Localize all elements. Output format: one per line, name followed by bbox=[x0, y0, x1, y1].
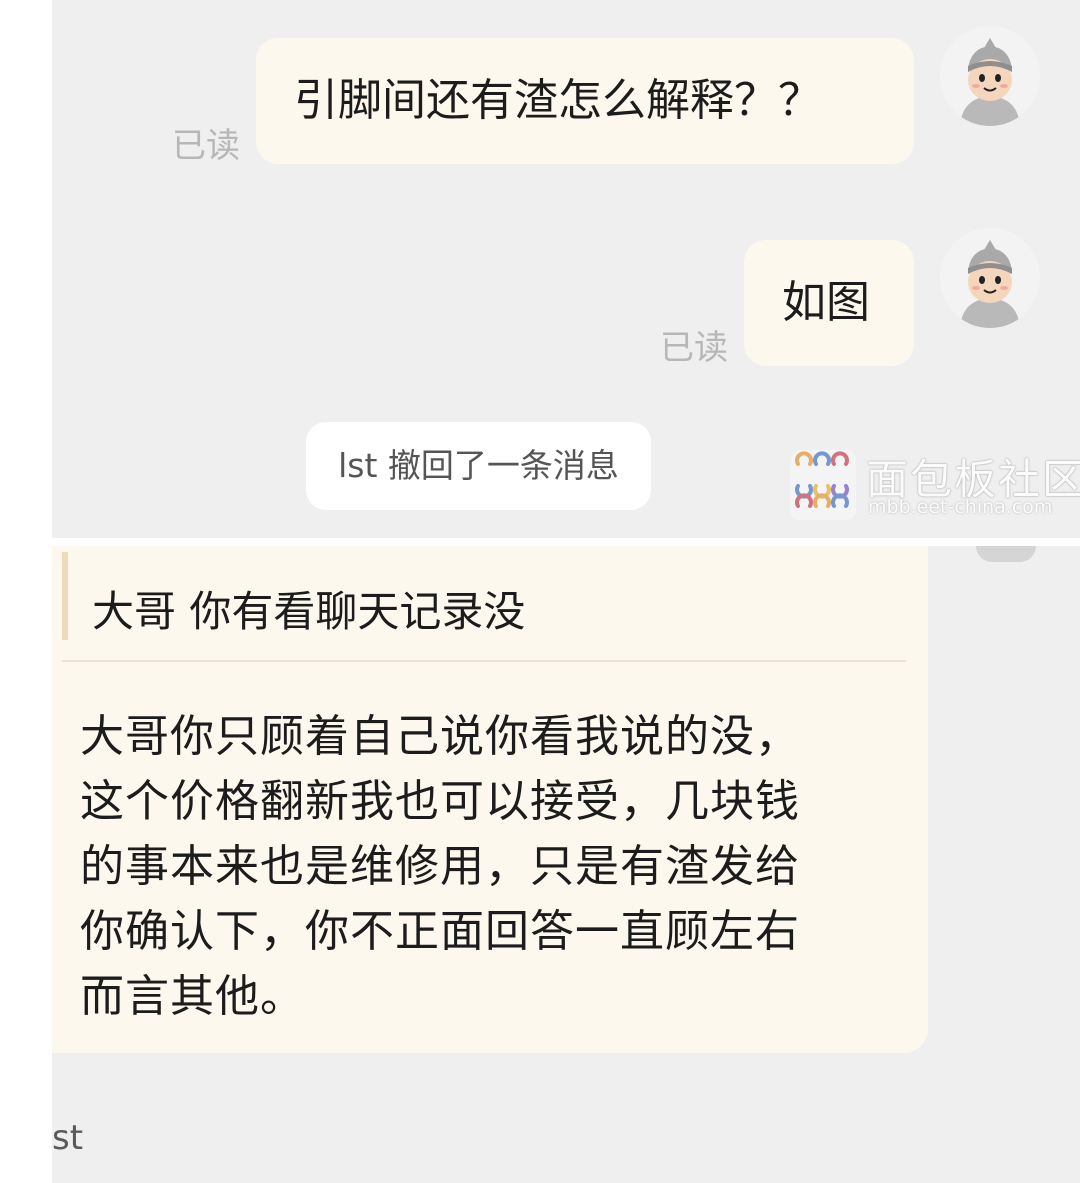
read-status: 已读 bbox=[172, 126, 240, 166]
avatar-icon[interactable] bbox=[940, 26, 1040, 126]
avatar-icon[interactable] bbox=[940, 228, 1040, 328]
quote-bar bbox=[62, 552, 68, 640]
reply-message-bubble[interactable]: 大哥 你有看聊天记录没 大哥你只顾着自己说你看我说的没， 这个价格翻新我也可以接… bbox=[52, 546, 928, 1053]
message-text: 如图 bbox=[782, 277, 870, 328]
avatar-cartoon-icon bbox=[960, 240, 1020, 328]
sender-name: st bbox=[52, 1118, 84, 1158]
quote-divider bbox=[62, 660, 906, 662]
avatar-cartoon-icon bbox=[960, 38, 1020, 126]
message-line: 大哥你只顾着自己说你看我说的没， bbox=[80, 711, 800, 762]
message-line: 而言其他。 bbox=[80, 971, 305, 1022]
watermark-subtitle: mbb.eet-china.com bbox=[868, 496, 1053, 518]
message-line: 这个价格翻新我也可以接受，几块钱 bbox=[80, 776, 800, 827]
watermark-logo-icon bbox=[790, 450, 856, 520]
message-bubble[interactable]: 如图 bbox=[744, 240, 914, 366]
screenshot-divider bbox=[0, 538, 1080, 546]
watermark: 面包板社区 mbb.eet-china.com bbox=[790, 450, 1080, 522]
message-line: 的事本来也是维修用，只是有渣发给 bbox=[80, 841, 800, 892]
read-status: 已读 bbox=[660, 328, 728, 368]
avatar-icon[interactable] bbox=[976, 546, 1036, 562]
message-text: 引脚间还有渣怎么解释？？ bbox=[294, 75, 822, 126]
message-line: 你确认下，你不正面回答一直顾左右 bbox=[80, 906, 800, 957]
message-bubble[interactable]: 引脚间还有渣怎么解释？？ bbox=[256, 38, 914, 164]
quoted-message[interactable]: 大哥 你有看聊天记录没 bbox=[92, 578, 525, 639]
system-notice: lst 撤回了一条消息 bbox=[306, 422, 651, 510]
